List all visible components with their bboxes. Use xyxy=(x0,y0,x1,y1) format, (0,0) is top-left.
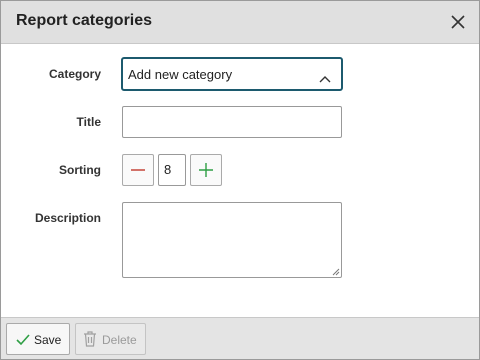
trash-icon xyxy=(84,331,96,347)
title-label: Title xyxy=(76,115,101,129)
category-select-value: Add new category xyxy=(128,67,233,82)
increment-button[interactable] xyxy=(190,154,222,186)
minus-icon xyxy=(131,169,145,171)
delete-button-label: Delete xyxy=(102,333,137,347)
sorting-label: Sorting xyxy=(59,163,101,177)
chevron-up-icon xyxy=(319,70,331,83)
sorting-value-field[interactable]: 8 xyxy=(158,154,186,186)
delete-button: Delete xyxy=(75,323,146,355)
check-icon xyxy=(16,334,30,346)
save-button[interactable]: Save xyxy=(6,323,70,355)
resize-grip-icon[interactable] xyxy=(332,268,340,276)
save-button-label: Save xyxy=(34,333,62,347)
description-textarea[interactable] xyxy=(122,202,342,278)
dialog-footer: Save Delete xyxy=(1,317,479,359)
category-label: Category xyxy=(48,67,101,81)
close-icon[interactable] xyxy=(449,13,467,31)
title-input[interactable] xyxy=(122,106,342,138)
category-select[interactable]: Add new category xyxy=(121,57,343,91)
dialog-title: Report categories xyxy=(16,12,153,29)
report-categories-dialog: Report categories Category Add new categ… xyxy=(0,0,480,360)
decrement-button[interactable] xyxy=(122,154,154,186)
plus-icon xyxy=(199,163,213,177)
dialog-header: Report categories xyxy=(1,1,479,44)
description-label: Description xyxy=(34,211,101,225)
